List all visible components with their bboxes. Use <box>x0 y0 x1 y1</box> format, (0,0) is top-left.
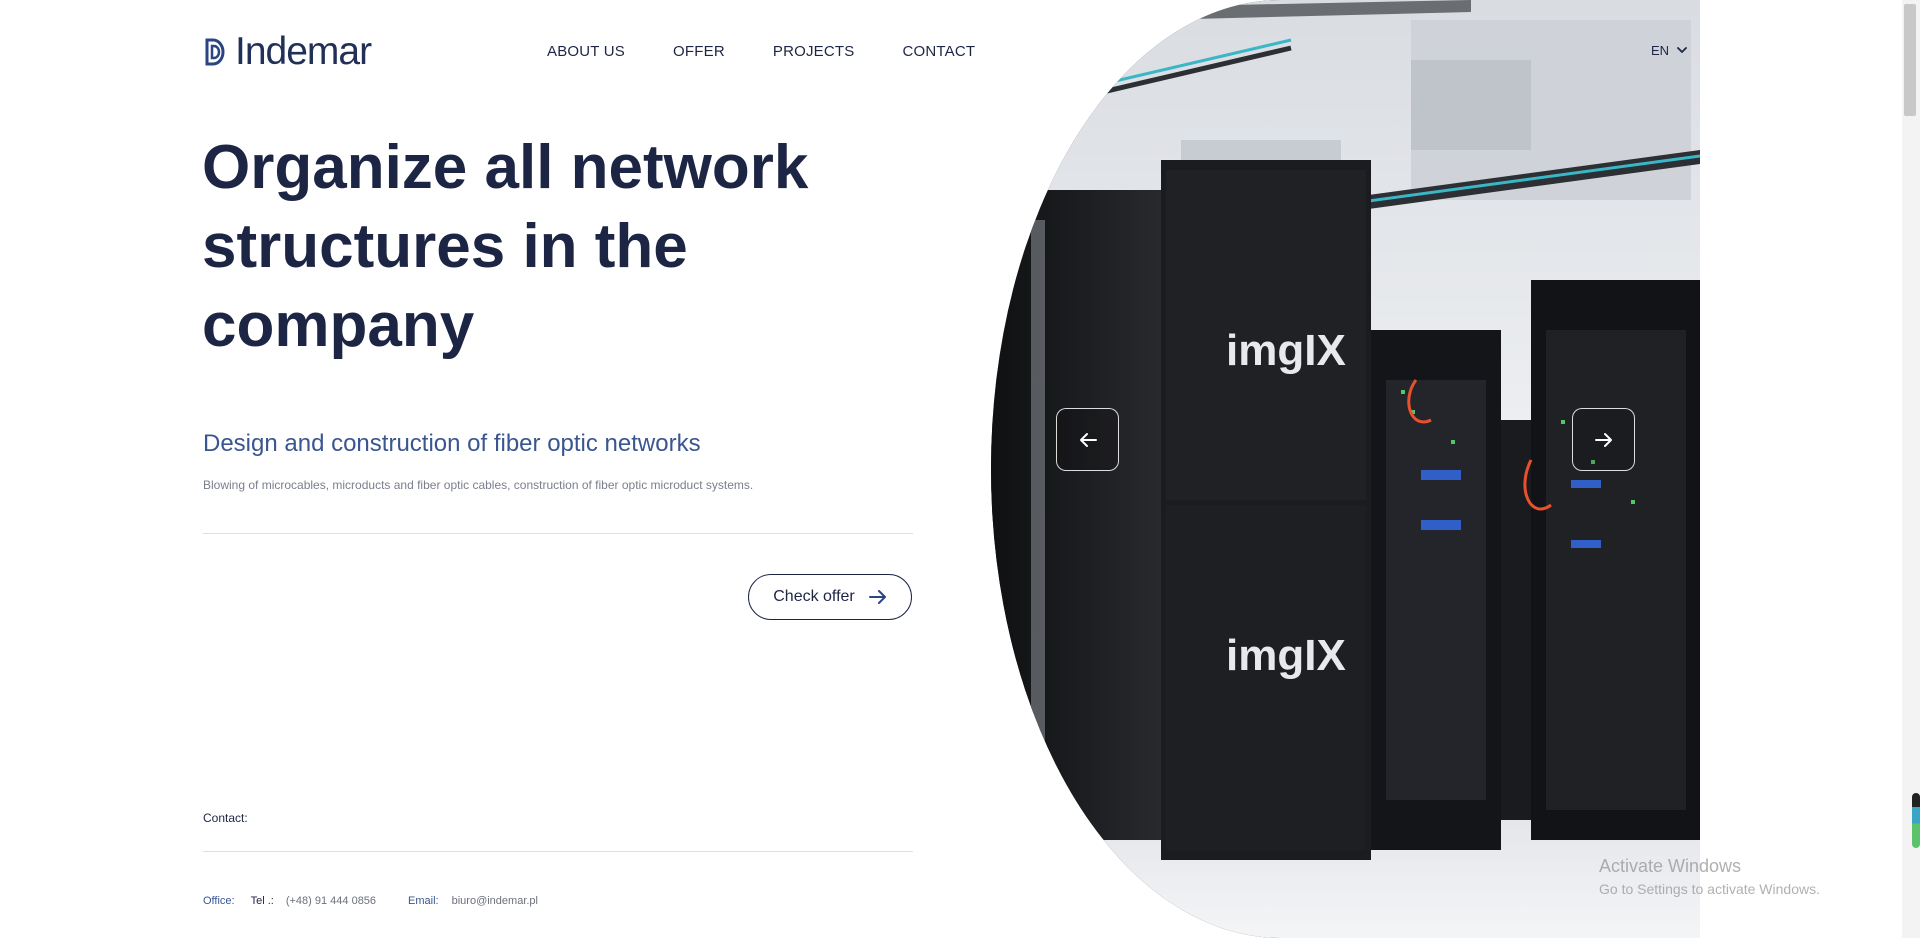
nav-item-about-us[interactable]: ABOUT US <box>547 43 625 60</box>
nav-item-contact[interactable]: CONTACT <box>902 43 975 60</box>
hero-description: Blowing of microcables, microducts and f… <box>203 478 754 492</box>
hero-headline: Organize all network structures in the c… <box>202 133 809 360</box>
watermark-subtitle: Go to Settings to activate Windows. <box>1599 881 1820 897</box>
arrow-right-icon <box>1594 432 1612 447</box>
watermark-title: Activate Windows <box>1599 856 1742 876</box>
brand-logo[interactable]: Indemar <box>203 30 372 73</box>
windows-activation-watermark: Activate Windows Go to Settings to activ… <box>1599 856 1820 897</box>
check-offer-label: Check offer <box>773 588 855 605</box>
tel-label: Tel .: <box>250 895 274 907</box>
email-label: Email: <box>408 895 439 907</box>
divider <box>203 851 913 852</box>
language-selector[interactable]: EN <box>1651 43 1687 58</box>
chevron-down-icon <box>1677 47 1687 53</box>
nav-item-projects[interactable]: PROJECTS <box>773 43 855 60</box>
side-widget <box>1912 793 1920 848</box>
main-nav: ABOUT US OFFER PROJECTS CONTACT <box>547 43 975 60</box>
nav-item-offer[interactable]: OFFER <box>673 43 725 60</box>
check-offer-button[interactable]: Check offer <box>748 574 912 620</box>
arrow-right-icon <box>868 590 886 604</box>
contact-heading: Contact: <box>203 811 248 825</box>
slider-next-button[interactable] <box>1572 408 1635 471</box>
office-label: Office: <box>203 895 235 907</box>
email-value[interactable]: biuro@indemar.pl <box>452 895 538 907</box>
image-brand-label: imgIX <box>1226 326 1346 375</box>
tel-value[interactable]: (+48) 91 444 0856 <box>286 895 376 907</box>
arrow-left-icon <box>1079 432 1097 447</box>
image-brand-label: imgIX <box>1226 631 1346 680</box>
slider-prev-button[interactable] <box>1056 408 1119 471</box>
brand-name: Indemar <box>235 30 372 73</box>
hero-subheading: Design and construction of fiber optic n… <box>203 430 701 457</box>
divider <box>203 533 913 534</box>
indemar-logo-icon <box>205 38 225 65</box>
scrollbar-thumb[interactable] <box>1904 4 1916 116</box>
contact-info: Office: Tel .: (+48) 91 444 0856 Email: … <box>203 895 538 907</box>
language-label: EN <box>1651 43 1670 58</box>
